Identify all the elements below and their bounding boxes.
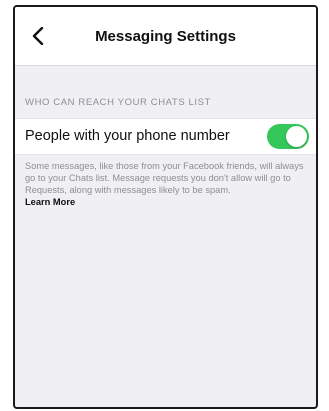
footer-description: Some messages, like those from your Face… [25,160,310,208]
learn-more-link[interactable]: Learn More [25,196,310,208]
phone-screen: Messaging Settings WHO CAN REACH YOUR CH… [13,5,318,409]
section-header: WHO CAN REACH YOUR CHATS LIST [25,97,211,108]
navigation-bar: Messaging Settings [15,7,316,66]
phone-number-toggle[interactable] [267,124,309,149]
footer-text: Some messages, like those from your Face… [25,161,304,195]
setting-row-phone-number[interactable]: People with your phone number [15,118,316,155]
toggle-knob [286,126,307,147]
setting-label: People with your phone number [25,128,230,144]
page-title: Messaging Settings [95,28,236,45]
